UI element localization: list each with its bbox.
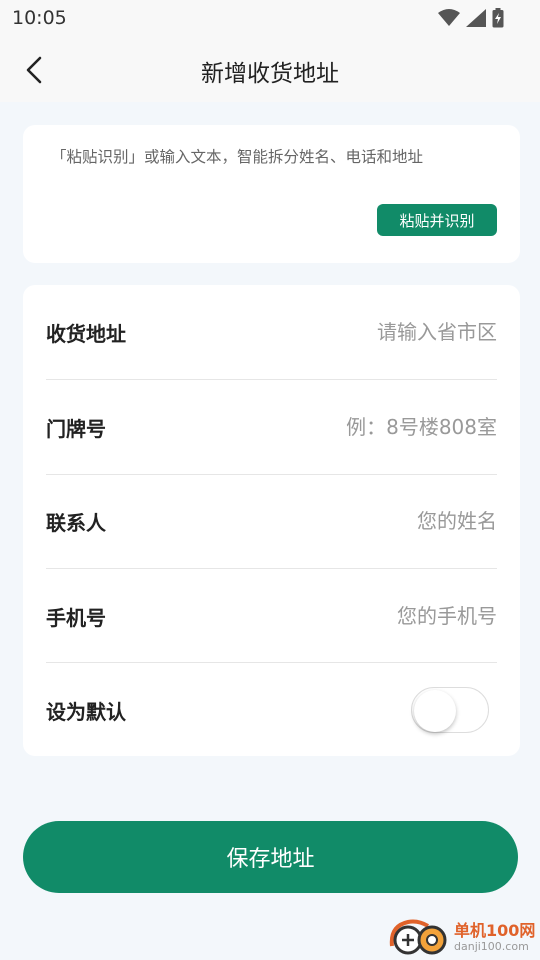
phone-label: 手机号: [46, 605, 106, 630]
watermark-url: danji100.com: [454, 939, 529, 953]
status-time: 10:05: [12, 7, 67, 29]
door-row[interactable]: 门牌号: [46, 380, 497, 474]
paste-recognize-card: 「粘贴识别」或输入文本，智能拆分姓名、电话和地址 粘贴并识别: [23, 125, 520, 263]
watermark-text: 单机100网 danji100.com: [454, 920, 536, 953]
toggle-knob: [414, 690, 456, 732]
watermark: 单机100网 danji100.com: [388, 916, 538, 958]
contact-row[interactable]: 联系人: [46, 474, 497, 568]
signal-icon: [466, 9, 486, 27]
watermark-logo-icon: [389, 919, 447, 955]
address-input[interactable]: [237, 320, 497, 344]
page-title: 新增收货地址: [201, 61, 339, 87]
contact-input[interactable]: [237, 509, 497, 533]
paste-hint[interactable]: 「粘贴识别」或输入文本，智能拆分姓名、电话和地址: [51, 145, 491, 167]
phone-input[interactable]: [237, 604, 497, 628]
door-label: 门牌号: [46, 416, 106, 441]
door-input[interactable]: [237, 415, 497, 439]
battery-icon: [492, 8, 504, 28]
address-row[interactable]: 收货地址: [46, 285, 497, 379]
paste-recognize-button[interactable]: 粘贴并识别: [377, 204, 497, 236]
default-row: 设为默认: [46, 663, 497, 757]
default-label: 设为默认: [46, 699, 126, 724]
wifi-icon: [438, 9, 460, 26]
header: 新增收货地址: [0, 36, 540, 102]
address-label: 收货地址: [46, 321, 126, 346]
contact-label: 联系人: [46, 510, 106, 535]
address-form: 收货地址 门牌号 联系人 手机号 设为默认: [23, 285, 520, 756]
default-toggle[interactable]: [411, 687, 489, 733]
save-address-button[interactable]: 保存地址: [23, 821, 518, 893]
phone-row[interactable]: 手机号: [46, 569, 497, 663]
status-bar: 10:05: [0, 0, 540, 36]
watermark-title: 单机100网: [454, 920, 536, 940]
status-icons: [438, 8, 504, 28]
